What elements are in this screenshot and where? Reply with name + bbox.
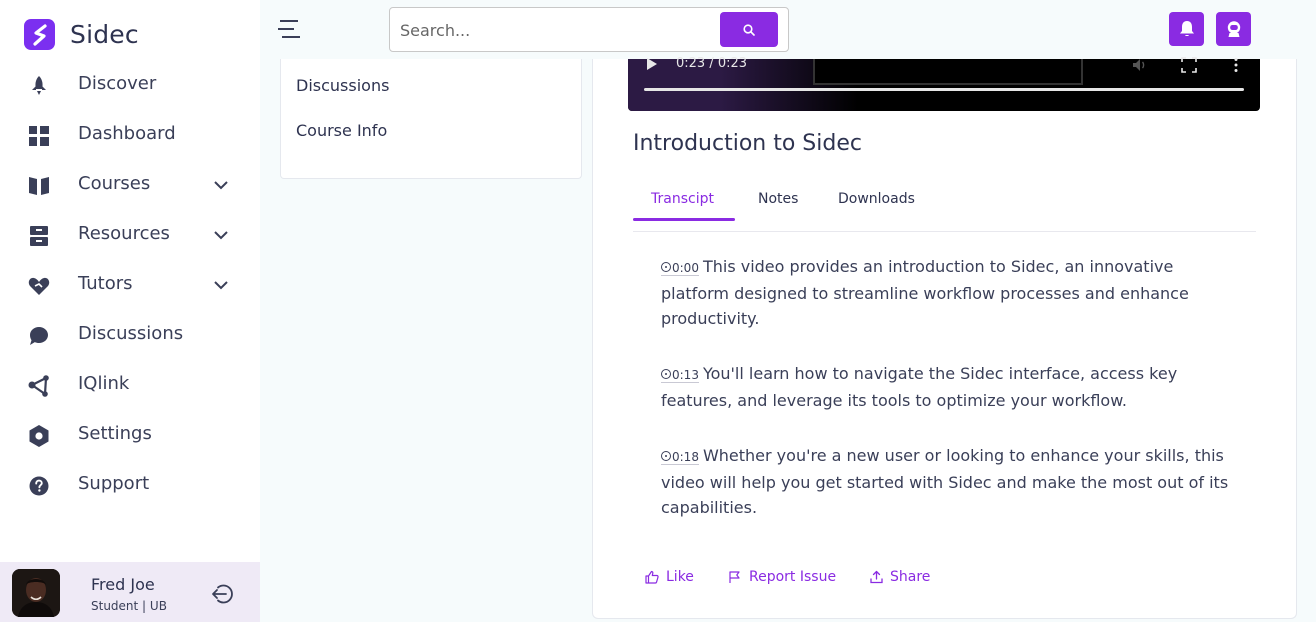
- share-label: Share: [890, 569, 931, 585]
- sidebar-item-label: Discover: [78, 73, 157, 94]
- transcript-entry: 0:13 You'll learn how to navigate the Sid…: [661, 361, 1231, 413]
- tab-divider: [633, 231, 1256, 232]
- astronaut-icon: [1227, 21, 1240, 37]
- lesson-title: Introduction to Sidec: [633, 131, 862, 156]
- sidebar-item-label: Tutors: [78, 273, 133, 294]
- sidebar-item-label: Support: [78, 473, 150, 494]
- help-circle-icon: [28, 475, 50, 497]
- course-menu-course-info-link[interactable]: Course Info: [296, 121, 387, 140]
- tab-notes[interactable]: Notes: [758, 191, 798, 207]
- clock-icon: [661, 369, 671, 379]
- sidebar-item-tutors[interactable]: Tutors: [0, 260, 260, 310]
- logout-icon[interactable]: [210, 582, 234, 606]
- sidebar-item-label: Dashboard: [78, 123, 176, 144]
- tab-transcript[interactable]: Transcipt: [651, 191, 714, 207]
- video-frame-content: [813, 59, 1083, 85]
- sidebar-item-label: IQlink: [78, 373, 130, 394]
- more-options-icon[interactable]: [1228, 57, 1244, 73]
- timestamp-text: 0:18: [672, 450, 699, 464]
- transcript-entry: 0:00 This video provides an introduction …: [661, 254, 1231, 331]
- timestamp-link[interactable]: 0:00: [661, 261, 699, 276]
- share-nodes-icon: [28, 375, 50, 397]
- sidebar-item-courses[interactable]: Courses: [0, 160, 260, 210]
- sidebar-item-discussions[interactable]: Discussions: [0, 310, 260, 360]
- active-tab-indicator: [633, 218, 735, 221]
- brand[interactable]: Sidec: [24, 19, 139, 50]
- clock-icon: [661, 451, 671, 461]
- sidebar-item-label: Courses: [78, 173, 151, 194]
- flag-icon: [729, 571, 740, 583]
- chevron-down-icon: [214, 181, 228, 190]
- transcript-text: Whether you're a new user or looking to …: [661, 446, 1229, 517]
- search-input[interactable]: [400, 18, 710, 42]
- chevron-down-icon: [214, 231, 228, 240]
- course-menu: Discussions Course Info: [280, 59, 582, 179]
- like-label: Like: [666, 569, 694, 585]
- user-name: Fred Joe: [91, 575, 155, 594]
- brand-name: Sidec: [70, 20, 139, 49]
- sidebar-item-support[interactable]: Support: [0, 460, 260, 510]
- notifications-button[interactable]: [1169, 12, 1204, 46]
- grid-icon: [28, 125, 50, 147]
- sidebar: Sidec Discover Dashboard Courses Resourc…: [0, 0, 260, 622]
- thumbs-up-icon: [645, 570, 659, 584]
- sidebar-item-dashboard[interactable]: Dashboard: [0, 110, 260, 160]
- like-button[interactable]: Like: [645, 569, 694, 585]
- sidebar-item-settings[interactable]: Settings: [0, 410, 260, 460]
- timestamp-link[interactable]: 0:13: [661, 368, 699, 383]
- transcript-entry: 0:18 Whether you're a new user or looking…: [661, 443, 1231, 520]
- sidebar-item-label: Discussions: [78, 323, 184, 344]
- profile-button[interactable]: [1216, 12, 1251, 46]
- play-icon[interactable]: [646, 57, 658, 71]
- sidebar-item-resources[interactable]: Resources: [0, 210, 260, 260]
- archive-icon: [28, 225, 50, 247]
- sidebar-item-discover[interactable]: Discover: [0, 60, 260, 110]
- transcript-text: You'll learn how to navigate the Sidec i…: [661, 364, 1178, 410]
- chat-bubble-icon: [28, 325, 50, 347]
- fullscreen-icon[interactable]: [1181, 57, 1197, 73]
- course-menu-discussions-link[interactable]: Discussions: [296, 76, 389, 95]
- search-button[interactable]: [720, 12, 778, 47]
- report-issue-button[interactable]: Report Issue: [728, 569, 836, 585]
- video-time: 0:23 / 0:23: [676, 56, 748, 71]
- search-icon: [743, 23, 755, 36]
- sidebar-nav: Discover Dashboard Courses Resources Tut…: [0, 60, 260, 510]
- video-progress-bar[interactable]: [644, 88, 1244, 91]
- search-bar: [389, 7, 789, 52]
- bell-icon: [1179, 21, 1194, 37]
- share-button[interactable]: Share: [870, 569, 930, 585]
- timestamp-text: 0:13: [672, 368, 699, 382]
- rocket-icon: [28, 75, 50, 97]
- tab-downloads[interactable]: Downloads: [838, 191, 915, 207]
- heart-hand-icon: [28, 275, 50, 297]
- transcript-text: This video provides an introduction to S…: [661, 257, 1189, 328]
- sidec-logo-icon: [24, 19, 55, 50]
- chevron-down-icon: [214, 281, 228, 290]
- share-upload-icon: [870, 570, 883, 584]
- volume-icon[interactable]: [1132, 57, 1148, 73]
- clock-icon: [661, 262, 671, 272]
- book-icon: [28, 175, 50, 197]
- sidebar-item-iqlink[interactable]: IQlink: [0, 360, 260, 410]
- timestamp-text: 0:00: [672, 261, 699, 275]
- menu-toggle-icon[interactable]: [278, 19, 300, 39]
- report-issue-label: Report Issue: [749, 569, 837, 585]
- sidebar-item-label: Resources: [78, 223, 170, 244]
- user-role: Student | UB: [91, 599, 167, 613]
- gear-hexagon-icon: [28, 425, 50, 447]
- sidebar-item-label: Settings: [78, 423, 152, 444]
- timestamp-link[interactable]: 0:18: [661, 450, 699, 465]
- avatar[interactable]: [12, 569, 60, 617]
